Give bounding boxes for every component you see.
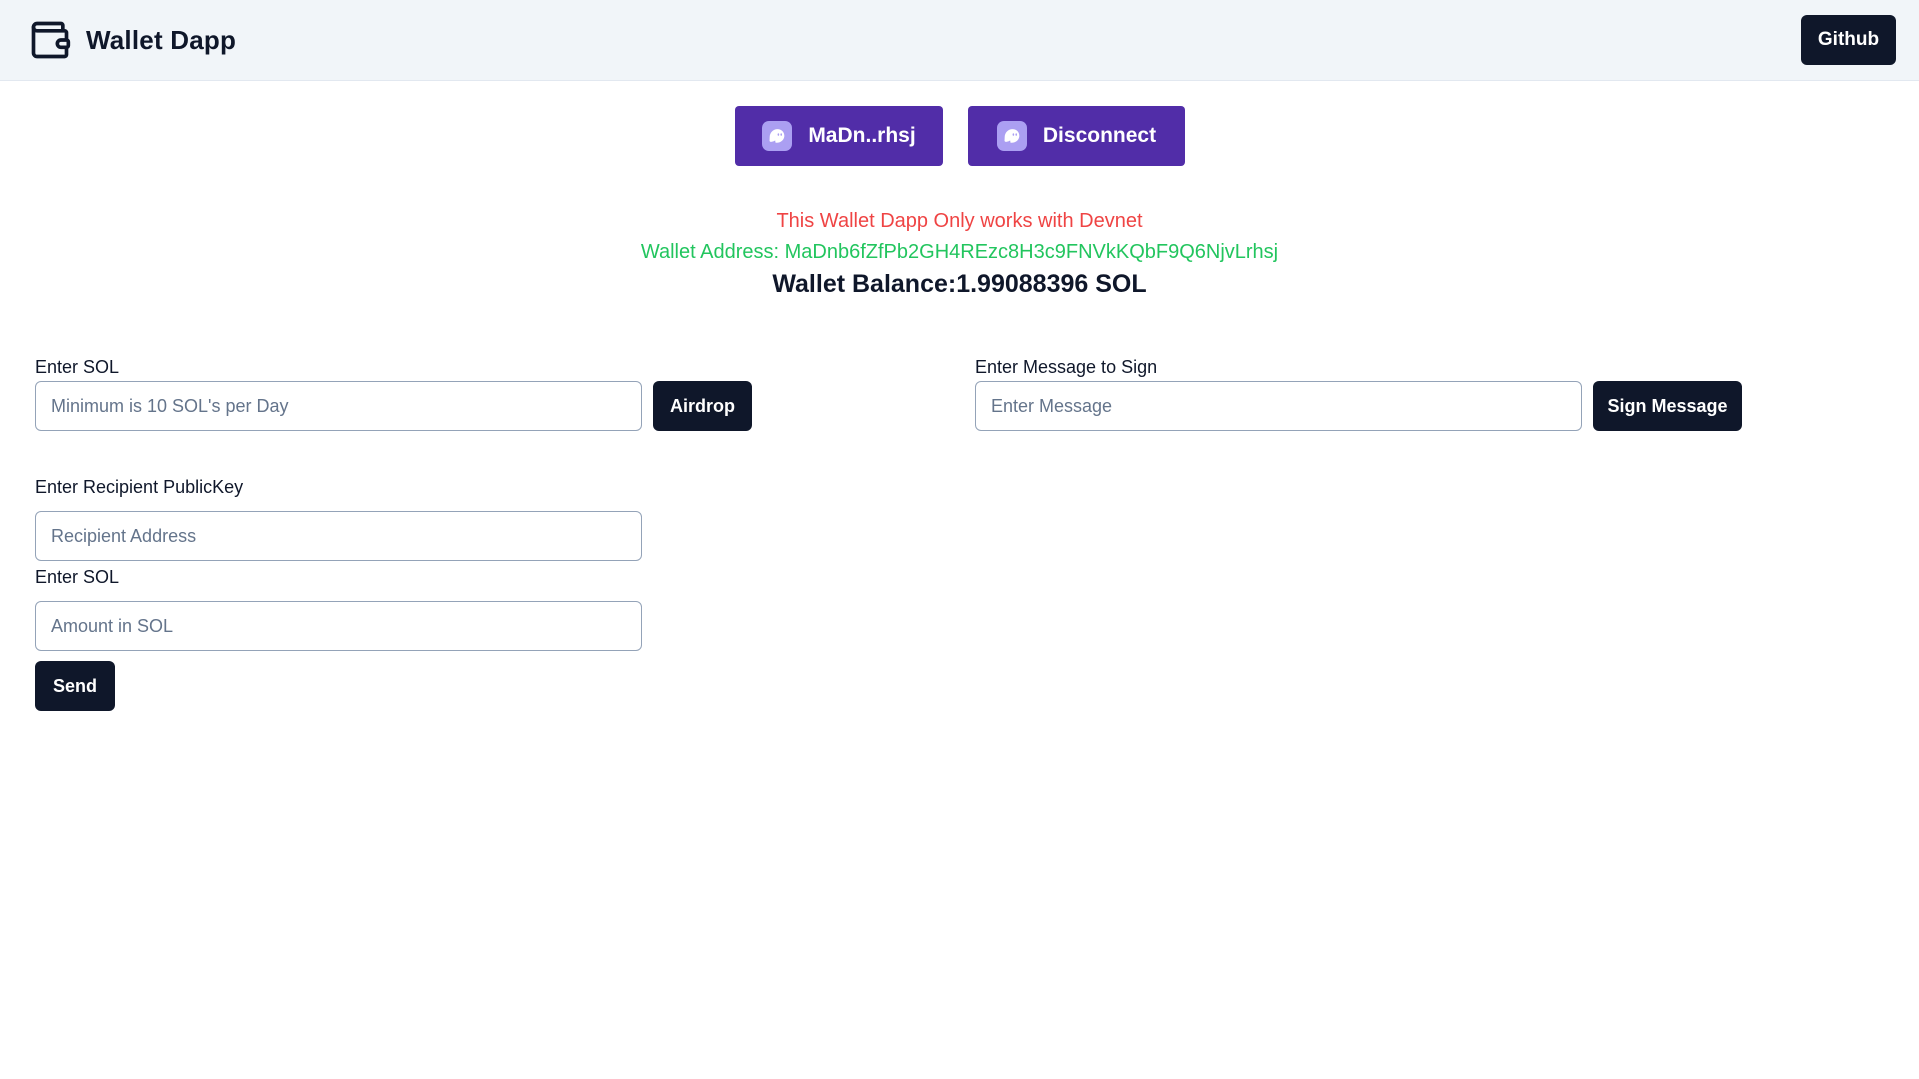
app-header: Wallet Dapp Github	[0, 0, 1919, 81]
phantom-ghost-icon	[762, 121, 793, 151]
wallet-balance: Wallet Balance:1.99088396 SOL	[772, 270, 1147, 298]
wallet-icon	[31, 21, 71, 59]
airdrop-button[interactable]: Airdrop	[653, 381, 752, 431]
send-amount-label: Enter SOL	[35, 567, 120, 587]
recipient-label: Enter Recipient PublicKey	[35, 477, 244, 497]
send-amount-input[interactable]	[35, 601, 642, 651]
sign-message-button[interactable]: Sign Message	[1593, 381, 1742, 431]
wallet-account-label: MaDn..rhsj	[808, 124, 916, 147]
airdrop-label: Enter SOL	[35, 357, 120, 377]
github-button[interactable]: Github	[1801, 15, 1896, 65]
disconnect-button[interactable]: Disconnect	[968, 106, 1185, 166]
sign-message-input[interactable]	[975, 381, 1582, 431]
devnet-notice: This Wallet Dapp Only works with Devnet	[776, 210, 1143, 232]
wallet-account-button[interactable]: MaDn..rhsj	[735, 106, 943, 166]
disconnect-label: Disconnect	[1042, 124, 1157, 147]
brand: Wallet Dapp	[28, 18, 236, 62]
wallet-address: Wallet Address: MaDnb6fZfPb2GH4REzc8H3c9…	[640, 241, 1279, 263]
app-title: Wallet Dapp	[86, 24, 237, 55]
sign-message-label: Enter Message to Sign	[975, 357, 1158, 377]
phantom-ghost-icon	[996, 121, 1027, 151]
recipient-address-input[interactable]	[35, 511, 642, 561]
airdrop-amount-input[interactable]	[35, 381, 642, 431]
send-button[interactable]: Send	[35, 661, 115, 711]
